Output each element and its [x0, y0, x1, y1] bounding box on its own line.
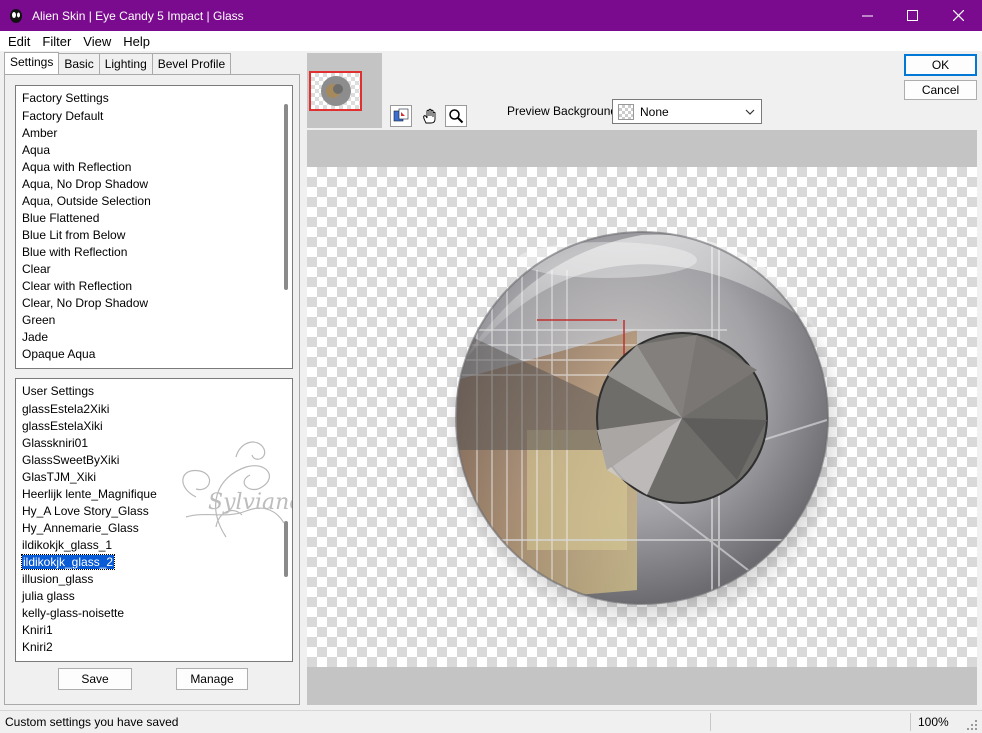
list-item[interactable]: julia glass — [16, 588, 292, 605]
status-separator — [910, 713, 911, 731]
zoom-level: 100% — [918, 715, 949, 729]
zoom-tool[interactable] — [445, 105, 467, 127]
list-item[interactable]: Aqua — [16, 142, 292, 159]
save-button[interactable]: Save — [58, 668, 132, 690]
user-settings-header: User Settings — [22, 384, 95, 398]
list-item[interactable]: Amber — [16, 125, 292, 142]
list-item[interactable]: Green — [16, 312, 292, 329]
window-title: Alien Skin | Eye Candy 5 Impact | Glass — [32, 8, 244, 23]
transparent-swatch-icon — [618, 103, 634, 120]
list-item[interactable]: Blue Lit from Below — [16, 227, 292, 244]
watermark-flourish: Sylviane — [182, 441, 293, 538]
preview-toggle-tool[interactable] — [390, 105, 412, 127]
status-separator — [710, 713, 711, 731]
list-item[interactable]: Clear — [16, 261, 292, 278]
preview-compare-icon — [393, 108, 409, 122]
preview-background-label: Preview Background: — [507, 104, 621, 118]
hand-icon — [423, 108, 436, 124]
list-item[interactable]: kelly-glass-noisette — [16, 605, 292, 622]
watermark-text: Sylviane — [208, 490, 293, 515]
status-message: Custom settings you have saved — [5, 715, 179, 729]
chevron-down-icon — [745, 109, 755, 115]
cancel-button[interactable]: Cancel — [904, 80, 977, 100]
hand-tool[interactable] — [419, 105, 441, 127]
tab-bevel-profile[interactable]: Bevel Profile — [151, 53, 232, 74]
list-item[interactable]: Blue with Reflection — [16, 244, 292, 261]
maximize-icon — [906, 10, 918, 21]
list-item[interactable]: Kniri1 — [16, 622, 292, 639]
list-item[interactable]: Kniri2 — [16, 639, 292, 656]
list-item[interactable]: Clear with Reflection — [16, 278, 292, 295]
factory-list-scrollbar[interactable] — [284, 104, 288, 290]
minimize-button[interactable] — [844, 0, 890, 31]
list-item[interactable]: Jade — [16, 329, 292, 346]
close-window-button[interactable] — [935, 0, 981, 31]
menu-help[interactable]: Help — [119, 34, 154, 49]
ok-button[interactable]: OK — [904, 54, 977, 76]
alien-skin-app-icon[interactable] — [8, 8, 24, 24]
preview-canvas[interactable] — [307, 130, 977, 705]
list-item[interactable]: Aqua with Reflection — [16, 159, 292, 176]
user-settings-list[interactable]: User Settings glassEstela2Xiki glassEste… — [15, 378, 293, 662]
magnifier-icon — [449, 109, 464, 124]
resize-grip-icon[interactable] — [966, 719, 978, 731]
list-item[interactable]: Aqua, Outside Selection — [16, 193, 292, 210]
list-item[interactable]: Opaque Aqua — [16, 346, 292, 363]
list-item-selected[interactable]: ildikokjk_glass_2 — [16, 554, 292, 571]
minimize-icon — [861, 15, 873, 17]
navigator-thumbnail — [321, 76, 351, 106]
close-icon — [952, 10, 964, 21]
selected-item-label: ildikokjk_glass_2 — [20, 554, 116, 570]
tab-basic[interactable]: Basic — [58, 53, 100, 74]
menu-view[interactable]: View — [79, 34, 115, 49]
menu-filter[interactable]: Filter — [38, 34, 75, 49]
title-bar: Alien Skin | Eye Candy 5 Impact | Glass — [0, 0, 982, 31]
preview-background-value: None — [640, 104, 669, 119]
glass-effect-preview-image — [447, 230, 847, 630]
tab-lighting[interactable]: Lighting — [98, 53, 153, 74]
tab-settings[interactable]: Settings — [4, 52, 60, 74]
list-item[interactable]: glassEstela2Xiki — [16, 401, 292, 418]
navigator-panel[interactable] — [307, 53, 382, 128]
list-item[interactable]: illusion_glass — [16, 571, 292, 588]
tab-strip: Settings Basic Lighting Bevel Profile — [4, 52, 232, 74]
menu-bar: Edit Filter View Help — [0, 31, 982, 51]
menu-edit[interactable]: Edit — [4, 34, 34, 49]
navigator-viewport[interactable] — [309, 71, 362, 111]
list-item[interactable]: Factory Default — [16, 108, 292, 125]
list-item[interactable]: Blue Flattened — [16, 210, 292, 227]
list-item[interactable]: Clear, No Drop Shadow — [16, 295, 292, 312]
factory-settings-list[interactable]: Factory Settings Factory Default Amber A… — [15, 85, 293, 369]
list-item[interactable]: Aqua, No Drop Shadow — [16, 176, 292, 193]
preview-background-select[interactable]: None — [612, 99, 762, 124]
factory-settings-header: Factory Settings — [22, 91, 109, 105]
settings-pane: Factory Settings Factory Default Amber A… — [4, 74, 300, 705]
status-bar: Custom settings you have saved 100% — [0, 710, 982, 733]
maximize-button[interactable] — [889, 0, 935, 31]
manage-button[interactable]: Manage — [176, 668, 248, 690]
